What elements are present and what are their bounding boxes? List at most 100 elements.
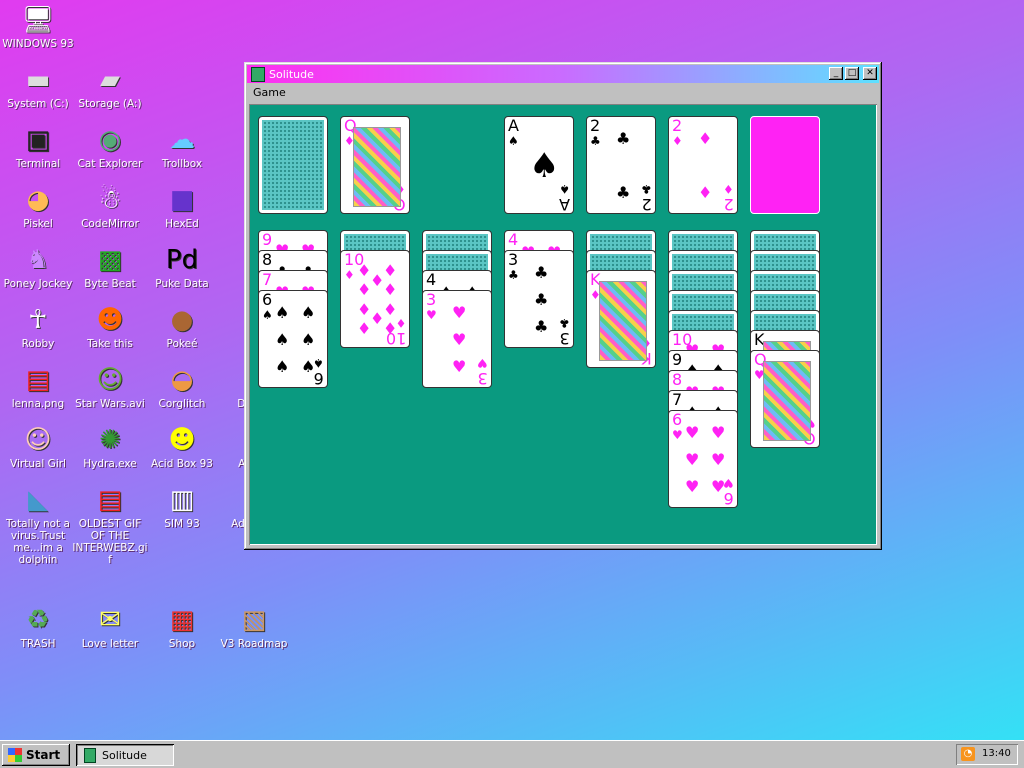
chat-icon: ☁ bbox=[169, 125, 195, 155]
foundation-empty-slot[interactable] bbox=[750, 116, 820, 214]
desktop-icon[interactable]: ▦ Shop bbox=[144, 604, 220, 650]
minimize-button[interactable]: _ bbox=[829, 67, 843, 80]
map-icon: ▧ bbox=[241, 605, 267, 635]
desktop-icon[interactable]: ▤ lenna.png bbox=[0, 364, 76, 410]
card-rank: A ♠ bbox=[508, 117, 519, 148]
suit-pip-icon: ♥ bbox=[711, 423, 726, 442]
bytebeat-icon: ▩ bbox=[97, 245, 123, 275]
desktop-icon-label: Acid Box 93 bbox=[151, 458, 213, 470]
tableau-card[interactable]: 3 ♣ 3 ♣ ♣ ♣ ♣ bbox=[504, 250, 574, 348]
task-label: Solitude bbox=[102, 748, 147, 762]
rank-text: 7 bbox=[672, 390, 683, 409]
rss-icon[interactable]: ◔ bbox=[961, 747, 975, 761]
suit-pip-icon: ♣ bbox=[534, 263, 549, 282]
desktop-icon[interactable]: ☺ Virtual Girl bbox=[0, 424, 76, 470]
desktop-icon[interactable]: ▧ V3 Roadmap bbox=[216, 604, 292, 650]
hard-drive-icon: ▬ bbox=[25, 65, 51, 95]
suit-icon: ♦ bbox=[672, 134, 683, 148]
tableau-card[interactable]: 3 ♥ 3 ♥ ♥ ♥ ♥ bbox=[422, 290, 492, 388]
desktop-icon[interactable]: ▩ Byte Beat bbox=[72, 244, 148, 290]
desktop-icon[interactable]: ☁ Trollbox bbox=[144, 124, 220, 170]
desktop-icon[interactable]: ◒ Corglitch bbox=[144, 364, 220, 410]
desktop-icon[interactable]: ✉ Love letter bbox=[72, 604, 148, 650]
foundation-card[interactable]: A ♠ A ♠ ♠ bbox=[504, 116, 574, 214]
pony-icon: ♞ bbox=[26, 245, 50, 275]
desktop-icon[interactable]: Pd Puke Data bbox=[144, 244, 220, 290]
window-title: Solitude bbox=[269, 67, 314, 81]
title-bar[interactable]: Solitude _ □ ✕ bbox=[247, 65, 879, 83]
suit-pip-icon: ♥ bbox=[452, 330, 467, 349]
card-rank-bottom: 3 ♣ bbox=[559, 316, 570, 348]
suit-pip-icon: ♠ bbox=[301, 303, 316, 322]
desktop-icon[interactable]: ▰ Storage (A:) bbox=[72, 64, 148, 110]
desktop-icon[interactable]: ▣ Terminal bbox=[0, 124, 76, 170]
start-button[interactable]: Start bbox=[2, 744, 70, 766]
card-rank: 3 ♣ bbox=[508, 250, 519, 282]
terminal-icon: ▣ bbox=[25, 125, 51, 155]
suit-pip-icon: ♦ bbox=[383, 300, 398, 319]
tableau-card[interactable]: Q♥Q♥ bbox=[750, 350, 820, 448]
rank-text: 4 bbox=[426, 270, 437, 289]
desktop-icon-label: Take this bbox=[87, 338, 133, 350]
desktop-icon[interactable]: ◉ Cat Explorer bbox=[72, 124, 148, 170]
maximize-button[interactable]: □ bbox=[845, 67, 859, 80]
desktop-icon-label: Star Wars.avi bbox=[75, 398, 145, 410]
desktop-icon[interactable]: ♞ Poney Jockey bbox=[0, 244, 76, 290]
tableau-card[interactable]: 10 ♦ 10 ♦ ♦ ♦ ♦ ♦ ♦ ♦ ♦ ♦ ♦ ♦ bbox=[340, 250, 410, 348]
card-rank: 6 ♠ bbox=[262, 290, 273, 322]
desktop-icon[interactable]: 🖥 WINDOWS 93 bbox=[0, 4, 76, 50]
rank-text: 6 bbox=[262, 290, 273, 309]
desktop-icon[interactable]: ◕ Piskel bbox=[0, 184, 76, 230]
rank-text: 7 bbox=[262, 270, 273, 289]
desktop-icon[interactable]: ▥ SIM 93 bbox=[144, 484, 220, 530]
suit-icon: ♥ bbox=[426, 308, 437, 322]
desktop-icon[interactable]: ☥ Robby bbox=[0, 304, 76, 350]
hydra-icon: ✺ bbox=[99, 425, 121, 455]
desktop-icon[interactable]: ▤ OLDEST GIF OF THE INTERWEBZ.gif bbox=[72, 484, 148, 566]
card-rank: 2 ♣ bbox=[590, 117, 601, 148]
windows-logo-icon bbox=[8, 748, 22, 762]
desktop-icon[interactable]: ☻ Acid Box 93 bbox=[144, 424, 220, 470]
tableau-card[interactable]: 6 ♠ 6 ♠ ♠ ♠ ♠ ♠ ♠ ♠ bbox=[258, 290, 328, 388]
rank-text: 3 bbox=[426, 290, 437, 309]
desktop-icon-label: Cat Explorer bbox=[77, 158, 143, 170]
desktop-icon[interactable]: ◣ Totally not a virus.Trust me...im a dol… bbox=[0, 484, 76, 566]
rank-text: 8 bbox=[672, 370, 683, 389]
rank-text: 8 bbox=[262, 250, 273, 269]
suit-pip-icon: ♦ bbox=[383, 319, 398, 338]
start-label: Start bbox=[26, 748, 61, 762]
foundation-card[interactable]: 2 ♦ 2 ♦ ♦ ♦ bbox=[668, 116, 738, 214]
waste-card[interactable]: Q♦Q♦ bbox=[340, 116, 410, 214]
desktop-icon-label: Totally not a virus.Trust me...im a dolp… bbox=[6, 518, 70, 566]
foundation-card[interactable]: 2 ♣ 2 ♣ ♣ ♣ bbox=[586, 116, 656, 214]
rank-text: 3 bbox=[508, 250, 519, 269]
desktop-icon[interactable]: ☺ Star Wars.avi bbox=[72, 364, 148, 410]
task-solitude[interactable]: Solitude bbox=[76, 744, 174, 766]
desktop-icon-label: OLDEST GIF OF THE INTERWEBZ.gif bbox=[72, 518, 148, 566]
image-file-icon: ▤ bbox=[25, 365, 51, 395]
codemirror-icon: ☃ bbox=[98, 185, 122, 215]
desktop-icon[interactable]: ☃ CodeMirror bbox=[72, 184, 148, 230]
stock-pile[interactable] bbox=[258, 116, 328, 214]
desktop-icon[interactable]: ✺ Hydra.exe bbox=[72, 424, 148, 470]
desktop-icon[interactable]: ☻ Take this bbox=[72, 304, 148, 350]
menu-game[interactable]: Game bbox=[247, 84, 292, 101]
tableau-card[interactable]: 6 ♥ 6 ♥ ♥ ♥ ♥ ♥ ♥ ♥ bbox=[668, 410, 738, 508]
desktop-icon-label: Virtual Girl bbox=[10, 458, 66, 470]
cat-globe-icon: ◉ bbox=[98, 125, 122, 155]
stick-figure-icon: ☥ bbox=[28, 305, 48, 335]
tableau-card[interactable]: K♦K♦ bbox=[586, 270, 656, 368]
close-button[interactable]: ✕ bbox=[863, 67, 877, 80]
suit-pip-icon: ♦ bbox=[698, 183, 713, 202]
dolphin-icon: ◣ bbox=[28, 485, 48, 515]
desktop-icon[interactable]: ▬ System (C:) bbox=[0, 64, 76, 110]
rank-text: 2 bbox=[672, 116, 683, 135]
suit-pip-icon: ♣ bbox=[534, 317, 549, 336]
suit-pip-icon: ♠ bbox=[275, 330, 290, 349]
desktop-icon[interactable]: ● Pokeé bbox=[144, 304, 220, 350]
desktop-icon[interactable]: ■ HexEd bbox=[144, 184, 220, 230]
desktop-icon-label: Corglitch bbox=[158, 398, 206, 410]
system-tray: ◔ 13:40 bbox=[956, 744, 1018, 765]
palette-icon: ◕ bbox=[26, 185, 50, 215]
desktop-icon[interactable]: ♻ TRASH bbox=[0, 604, 76, 650]
